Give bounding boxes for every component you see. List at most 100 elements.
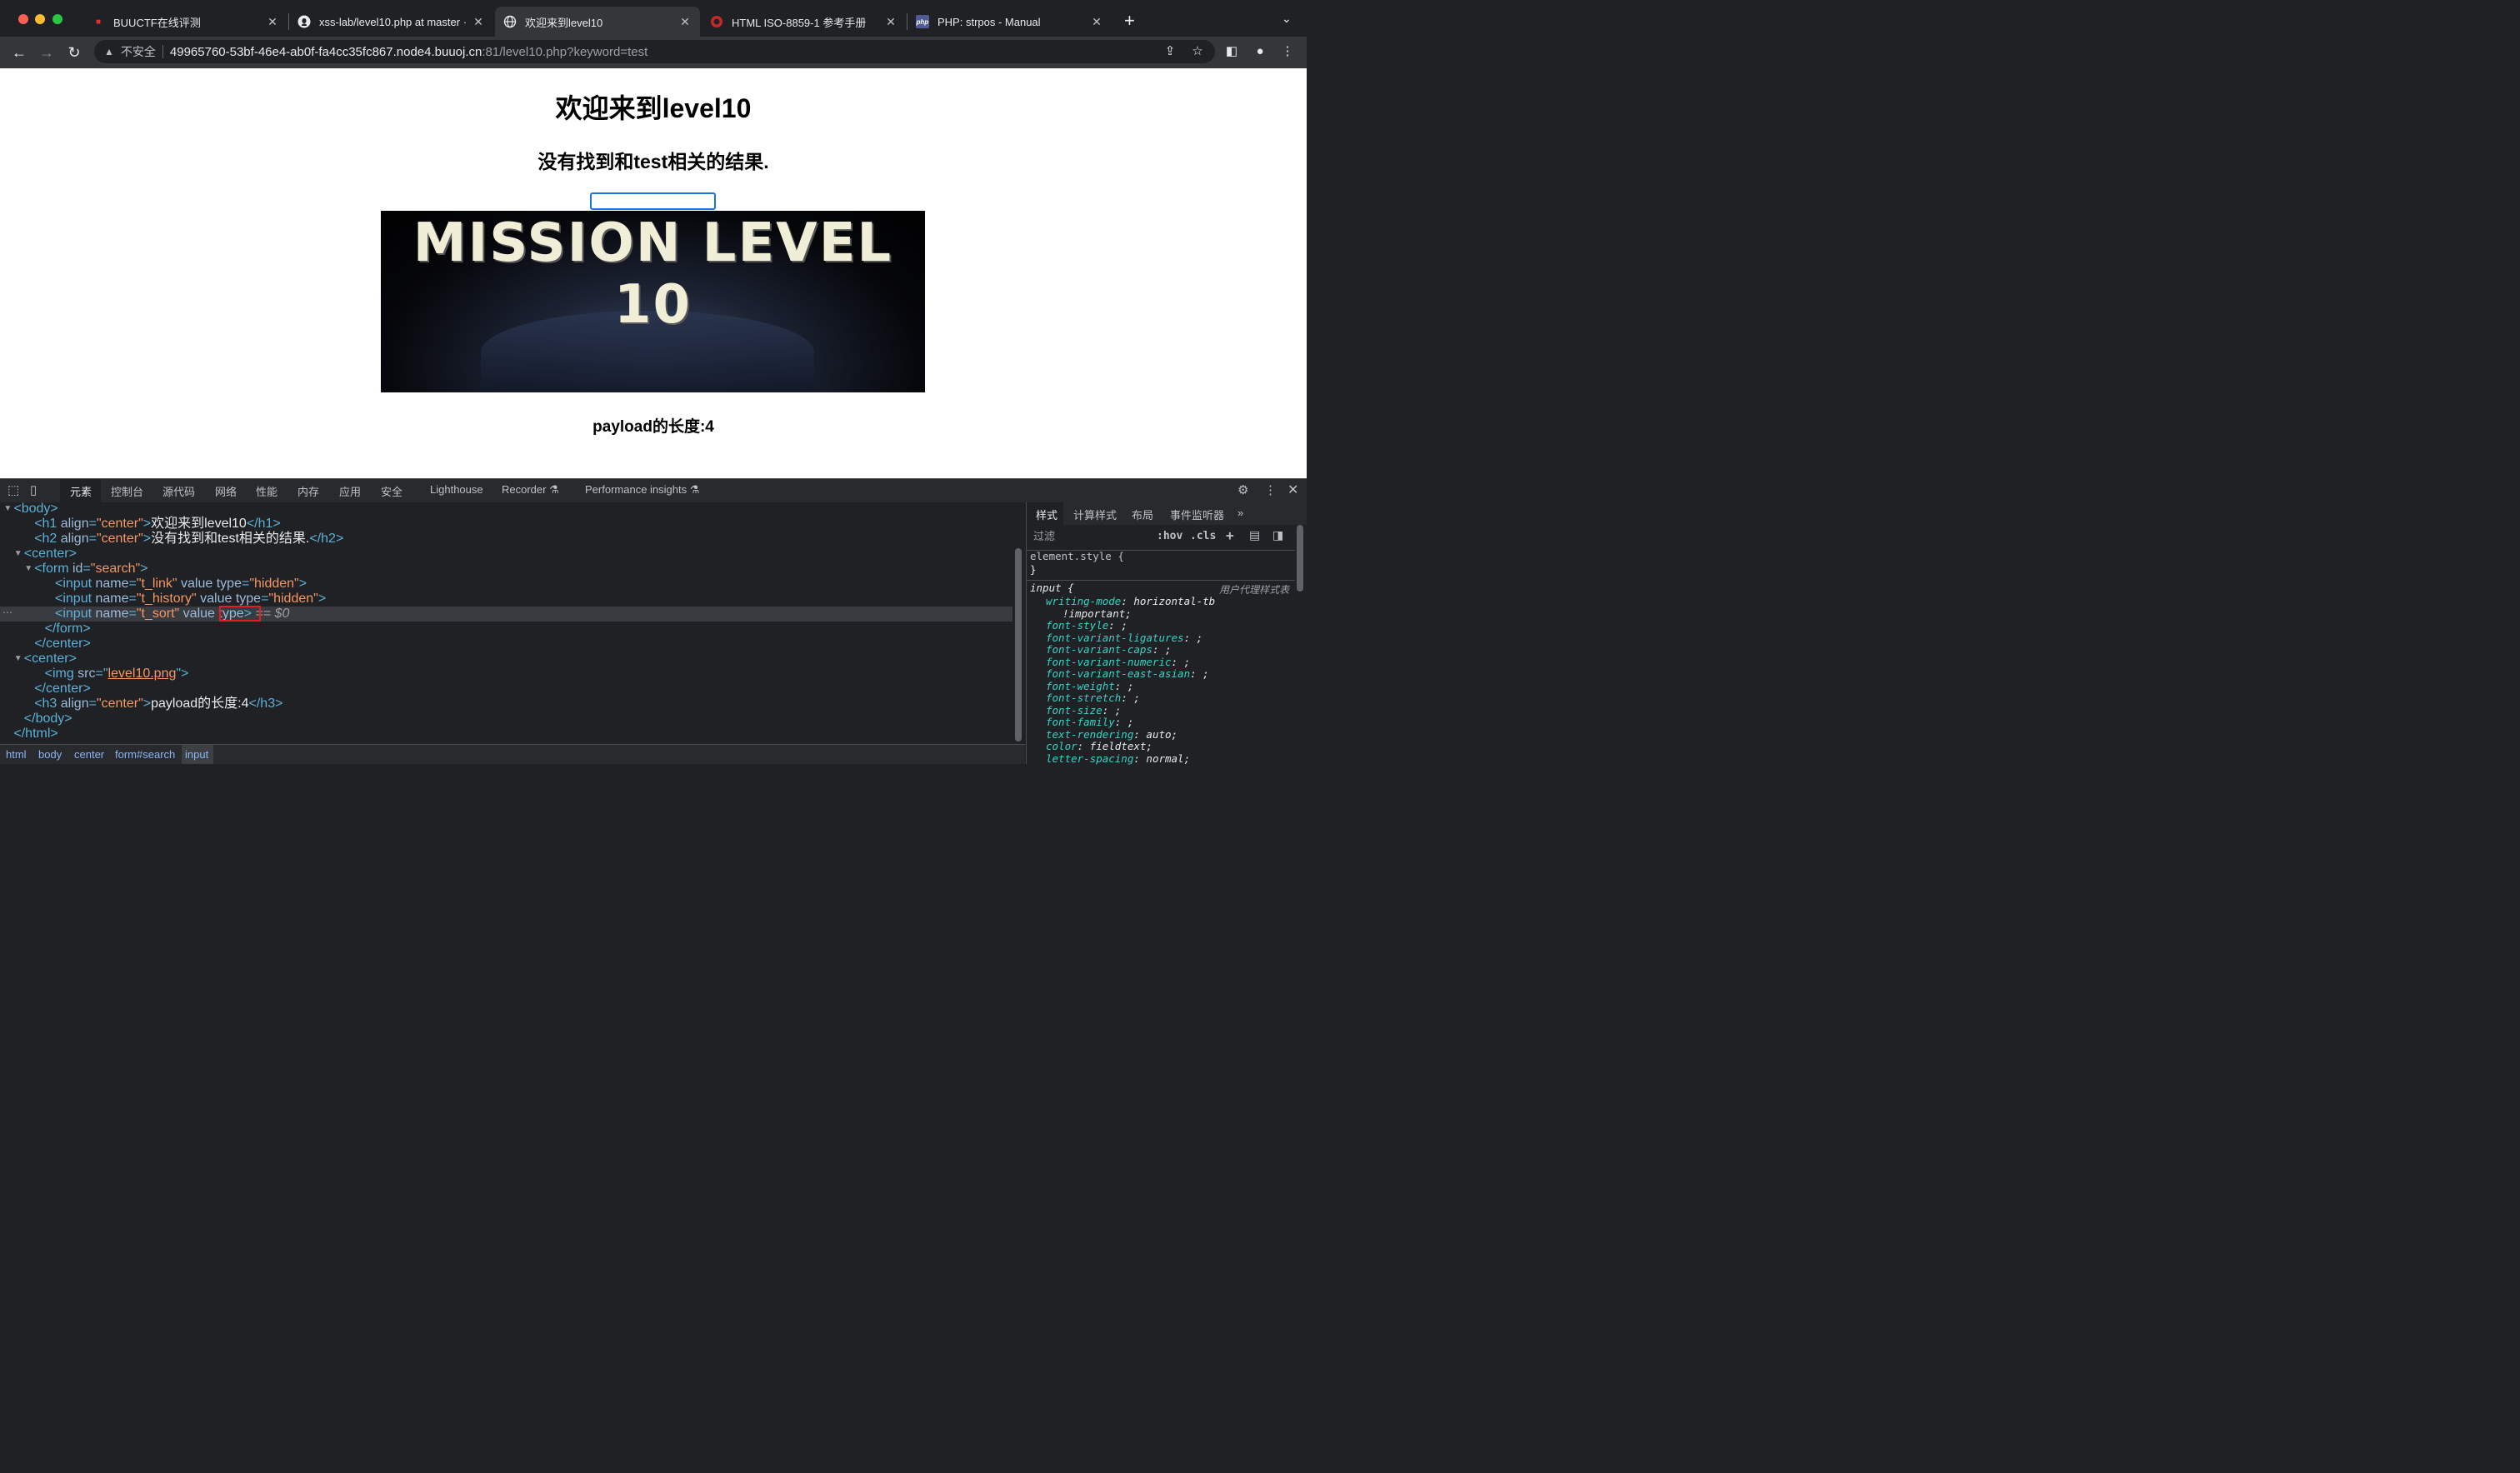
expand-triangle-icon[interactable]: ▼ bbox=[14, 547, 22, 562]
css-value[interactable]: ; bbox=[1197, 632, 1203, 644]
dom-node-line[interactable]: <img src="level10.png"> bbox=[45, 667, 189, 682]
inspect-element-icon[interactable]: ⬚ bbox=[8, 482, 19, 497]
expand-triangle-icon[interactable]: ▼ bbox=[24, 562, 32, 577]
devtools-tab[interactable]: 安全 bbox=[381, 483, 402, 499]
css-value[interactable]: ; bbox=[1133, 692, 1140, 704]
node-actions-ellipsis-icon[interactable]: ⋯ bbox=[2, 607, 12, 618]
dom-node-line[interactable]: <h2 align="center">没有找到和test相关的结果.</h2> bbox=[34, 532, 343, 547]
css-value[interactable]: ; bbox=[1128, 680, 1134, 692]
profile-avatar-icon[interactable]: ● bbox=[1252, 43, 1268, 60]
breadcrumb-item[interactable]: center bbox=[74, 748, 104, 761]
css-property[interactable]: font-family bbox=[1046, 716, 1115, 728]
styles-tab[interactable]: » bbox=[1238, 507, 1243, 519]
styles-tab[interactable]: 布局 bbox=[1132, 507, 1153, 522]
css-value[interactable]: fieldtext; bbox=[1090, 740, 1152, 752]
expand-triangle-icon[interactable]: ▼ bbox=[3, 502, 12, 517]
new-tab-button[interactable]: + bbox=[1124, 10, 1135, 32]
devtools-tab[interactable]: Lighthouse bbox=[430, 483, 483, 496]
css-value[interactable]: ; bbox=[1121, 619, 1128, 632]
devtools-tab[interactable]: Recorder ⚗ bbox=[502, 483, 559, 497]
toggle-sidebar-icon[interactable]: ◨ bbox=[1272, 528, 1283, 542]
css-property[interactable]: font-variant-caps bbox=[1046, 643, 1152, 656]
dom-node-line[interactable]: </body> bbox=[24, 712, 72, 727]
menu-kebab-icon[interactable]: ⋮ bbox=[1279, 43, 1296, 60]
css-value[interactable]: ; bbox=[1115, 704, 1122, 717]
css-property[interactable]: font-size bbox=[1046, 704, 1102, 717]
address-bar[interactable]: ▲ 不安全 49965760-53bf-46e4-ab0f-fa4cc35fc8… bbox=[94, 40, 1215, 63]
close-tab-icon[interactable]: ✕ bbox=[884, 15, 898, 29]
devtools-tab[interactable]: 控制台 bbox=[111, 483, 143, 499]
breadcrumb-item[interactable]: input bbox=[185, 748, 208, 761]
breadcrumb-item[interactable]: html bbox=[6, 748, 27, 761]
tab-w3school[interactable]: HTML ISO-8859-1 参考手册 ✕ bbox=[702, 7, 906, 37]
css-property[interactable]: font-weight bbox=[1046, 680, 1115, 692]
dom-node-line[interactable]: ▼ <body> bbox=[3, 502, 58, 517]
css-property[interactable]: font-variant-ligatures bbox=[1046, 632, 1184, 644]
tab-search-chevron-icon[interactable]: ⌄ bbox=[1282, 12, 1292, 26]
devtools-tab[interactable]: 应用 bbox=[339, 483, 361, 499]
paint-roller-icon[interactable]: ▤ bbox=[1249, 528, 1260, 542]
tab-buuctf[interactable]: ■ BUUCTF在线评测 ✕ bbox=[83, 7, 288, 37]
css-property[interactable]: font-variant-numeric bbox=[1046, 656, 1172, 668]
side-panel-icon[interactable]: ◧ bbox=[1223, 43, 1240, 60]
css-property[interactable]: text-rendering bbox=[1046, 728, 1133, 741]
css-property[interactable]: font-variant-east-asian bbox=[1046, 667, 1190, 680]
devtools-tab[interactable]: 源代码 bbox=[162, 483, 195, 499]
styles-tab[interactable]: 样式 bbox=[1036, 507, 1058, 522]
dom-node-line[interactable]: <input name="t_history" value type="hidd… bbox=[55, 592, 326, 607]
devtools-tab[interactable]: 网络 bbox=[215, 483, 237, 499]
styles-scrollbar[interactable] bbox=[1297, 525, 1303, 592]
minimize-window-button[interactable] bbox=[35, 14, 45, 24]
search-input[interactable] bbox=[590, 192, 716, 210]
css-value[interactable]: auto; bbox=[1146, 728, 1178, 741]
reload-icon[interactable]: ↻ bbox=[65, 43, 83, 62]
dom-node-line[interactable]: ▼ <center> bbox=[14, 547, 77, 562]
css-value[interactable]: ; bbox=[1128, 716, 1134, 728]
css-property[interactable]: writing-mode bbox=[1046, 595, 1121, 607]
devtools-tab[interactable]: 内存 bbox=[298, 483, 319, 499]
styles-tab[interactable]: 计算样式 bbox=[1073, 507, 1117, 522]
css-property[interactable]: color bbox=[1046, 740, 1078, 752]
new-rule-button[interactable]: + bbox=[1226, 527, 1234, 543]
css-property[interactable]: font-style bbox=[1046, 619, 1108, 632]
styles-tab[interactable]: 事件监听器 bbox=[1170, 507, 1224, 522]
security-label[interactable]: 不安全 bbox=[121, 43, 156, 60]
bookmark-star-icon[interactable]: ☆ bbox=[1189, 43, 1206, 60]
device-toolbar-icon[interactable]: ▯ bbox=[30, 482, 37, 497]
forward-arrow-icon[interactable]: → bbox=[38, 43, 56, 62]
breadcrumb-item[interactable]: form#search bbox=[115, 748, 175, 761]
class-toggle-button[interactable]: .cls bbox=[1190, 530, 1216, 542]
hover-state-button[interactable]: :hov bbox=[1157, 530, 1182, 542]
css-value[interactable]: ; bbox=[1202, 667, 1209, 680]
dom-node-line[interactable]: </form> bbox=[45, 622, 91, 637]
css-property[interactable]: letter-spacing bbox=[1046, 752, 1133, 765]
expand-triangle-icon[interactable]: ▼ bbox=[14, 652, 22, 667]
devtools-tab[interactable]: 元素 bbox=[70, 483, 92, 499]
close-tab-icon[interactable]: ✕ bbox=[472, 15, 485, 29]
css-value[interactable]: ; bbox=[1165, 643, 1172, 656]
tab-level10[interactable]: 欢迎来到level10 ✕ bbox=[495, 7, 700, 37]
dom-node-line[interactable]: </center> bbox=[34, 637, 91, 652]
tab-github[interactable]: xss-lab/level10.php at master · ✕ bbox=[289, 7, 493, 37]
devtools-tab[interactable]: 性能 bbox=[256, 483, 278, 499]
breadcrumb-item[interactable]: body bbox=[38, 748, 62, 761]
dom-node-line[interactable]: ▼ <center> bbox=[14, 652, 77, 667]
dom-node-line[interactable]: <h3 align="center">payload的长度:4</h3> bbox=[34, 697, 282, 712]
dom-node-line[interactable]: <input name="t_link" value type="hidden"… bbox=[55, 577, 307, 592]
css-property[interactable]: font-stretch bbox=[1046, 692, 1121, 704]
tab-php[interactable]: php PHP: strpos - Manual ✕ bbox=[908, 7, 1112, 37]
share-icon[interactable]: ⇪ bbox=[1162, 43, 1178, 60]
back-arrow-icon[interactable]: ← bbox=[10, 43, 28, 62]
css-value[interactable]: normal; bbox=[1146, 752, 1190, 765]
close-tab-icon[interactable]: ✕ bbox=[1090, 15, 1103, 29]
dom-node-line[interactable]: <h1 align="center">欢迎来到level10</h1> bbox=[34, 517, 281, 532]
elements-scrollbar[interactable] bbox=[1015, 548, 1022, 741]
styles-filter-input[interactable]: 过滤 bbox=[1030, 528, 1150, 545]
dom-node-line[interactable]: ▼ <form id="search"> bbox=[24, 562, 148, 577]
devtools-tab[interactable]: Performance insights ⚗ bbox=[585, 483, 699, 497]
close-devtools-icon[interactable]: ✕ bbox=[1288, 482, 1298, 498]
close-tab-icon[interactable]: ✕ bbox=[678, 15, 692, 29]
settings-gear-icon[interactable]: ⚙ bbox=[1238, 482, 1248, 497]
maximize-window-button[interactable] bbox=[52, 14, 62, 24]
dom-node-line[interactable]: </html> bbox=[13, 727, 58, 741]
